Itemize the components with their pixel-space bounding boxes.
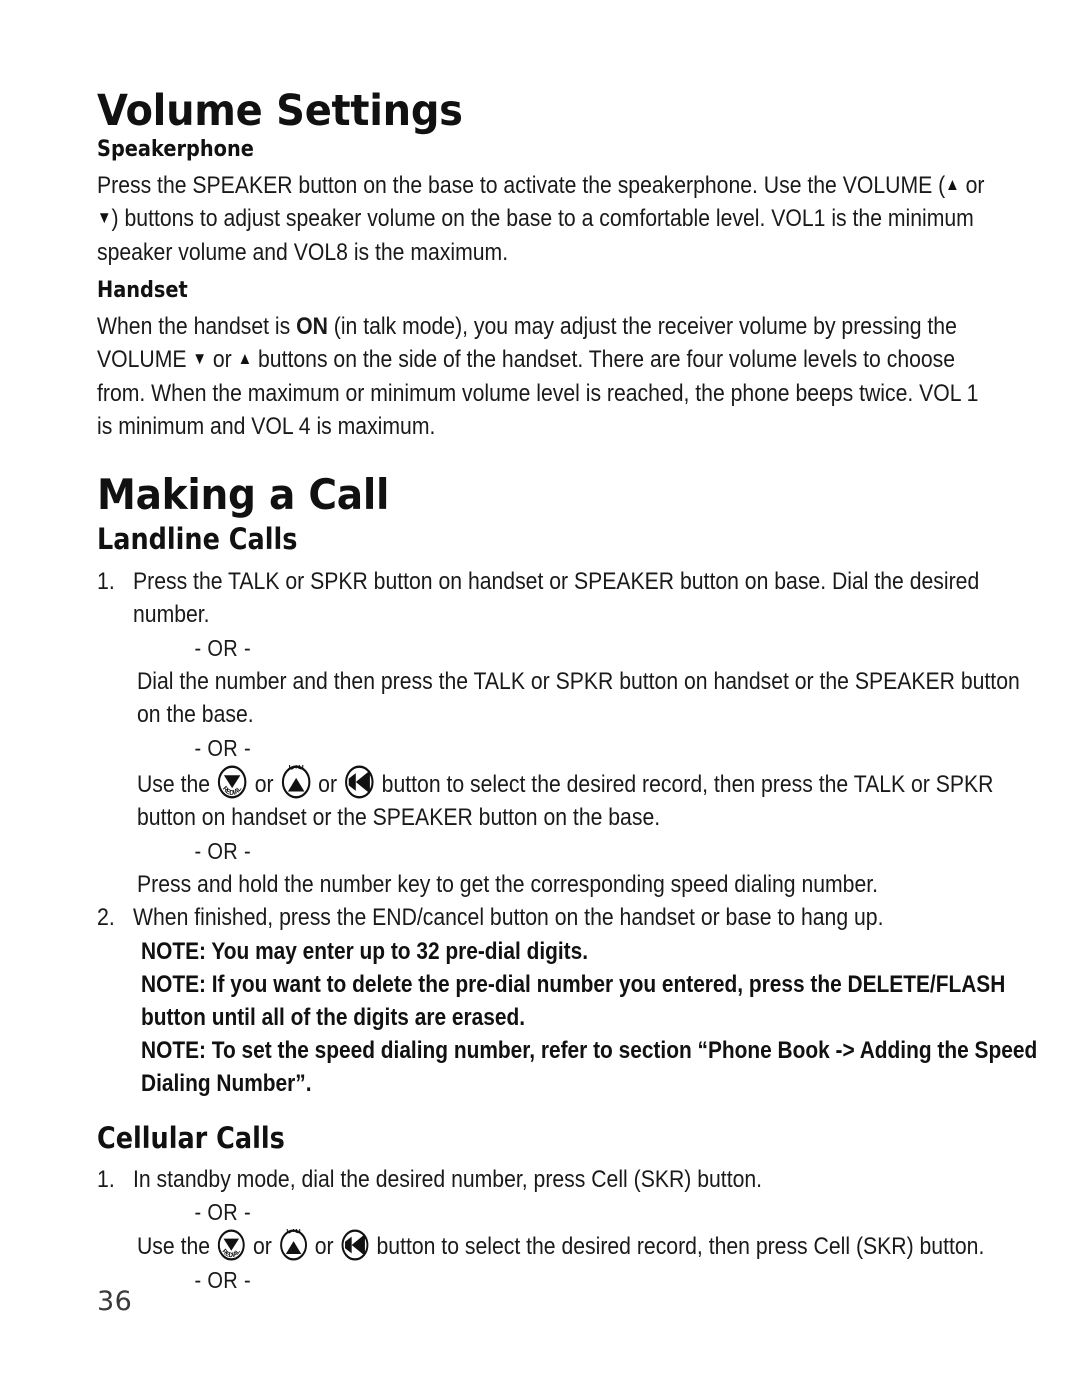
note-speed-dialing: NOTE: To set the speed dialing number, r… [141,1036,1038,1097]
triangle-up-icon: ▲ [237,349,253,369]
paragraph-handset: When the handset is ON (in talk mode), y… [97,310,997,444]
page-content: Volume Settings Speakerphone Press the S… [97,86,1037,1297]
cellular-step-1-text: In standby mode, dial the desired number… [133,1165,763,1193]
landline-alt-2-join-b: or [312,770,343,798]
redial-button-icon[interactable]: REDIAL [218,765,247,799]
or-separator: - OR - [194,634,251,661]
paragraph-speakerphone: Press the SPEAKER button on the base to … [97,169,997,270]
note-pre-dial-digits: NOTE: You may enter up to 32 pre-dial di… [141,937,589,965]
landline-alt-2-join-a: or [248,770,280,798]
triangle-down-icon: ▼ [192,349,207,369]
triangle-up-icon: ▲ [945,174,960,194]
heading-handset: Handset [97,278,188,304]
cellular-alt-1-prefix: Use the [137,1233,216,1261]
heading-cellular-calls: Cellular Calls [97,1120,285,1155]
landline-alt-3-text: Press and hold the number key to get the… [137,870,879,898]
list-item: 1. Press the TALK or SPKR button on hand… [97,565,997,632]
heading-landline-calls: Landline Calls [97,522,298,557]
left-arrow-button-icon[interactable] [341,1229,369,1261]
cid-button-icon[interactable]: CID [279,1229,307,1261]
landline-step-1-text: Press the TALK or SPKR button on handset… [133,567,980,629]
cid-button-icon[interactable]: CID [281,765,311,799]
or-separator: - OR - [194,1199,251,1226]
handset-bold-on: ON [296,312,328,340]
cellular-alt-1-suffix: button to select the desired record, the… [370,1233,985,1261]
list-item-number: 2. [97,904,115,932]
heading-speakerphone: Speakerphone [97,137,254,163]
list-item: 1. In standby mode, dial the desired num… [97,1163,997,1197]
or-separator: - OR - [194,1266,251,1293]
speakerphone-text-mid: or [959,171,985,199]
speakerphone-text-part2: ) buttons to adjust speaker volume on th… [97,205,974,266]
note-delete-pre-dial: NOTE: If you want to delete the pre-dial… [141,970,1006,1031]
cellular-alt-1-text: Use the REDIAL or CID or button to selec… [137,1229,1037,1264]
landline-alt-1-text: Dial the number and then press the TALK … [137,667,1020,729]
landline-step-2-text: When finished, press the END/cancel butt… [133,904,884,932]
left-arrow-button-icon[interactable] [345,765,374,799]
triangle-down-icon: ▼ [97,208,112,228]
handset-text-mid: or [206,346,238,374]
redial-button-icon[interactable]: REDIAL [218,1229,246,1261]
page-title-volume-settings: Volume Settings [97,86,463,136]
cellular-alt-1-join-a: or [247,1233,278,1261]
page-number: 36 [97,1286,133,1317]
cellular-alt-1-join-b: or [308,1233,340,1261]
list-item: 2. When finished, press the END/cancel b… [97,901,997,935]
list-item-number: 1. [97,567,115,595]
cellular-steps-list: 1. In standby mode, dial the desired num… [97,1163,997,1297]
manual-page: Volume Settings Speakerphone Press the S… [0,0,1080,1374]
speakerphone-text-part1: Press the SPEAKER button on the base to … [97,171,946,199]
landline-alt-2-prefix: Use the [137,770,216,798]
page-title-making-a-call: Making a Call [97,469,390,519]
or-separator: - OR - [194,734,251,761]
landline-steps-list: 1. Press the TALK or SPKR button on hand… [97,565,1037,1100]
landline-alt-2-text: Use the REDIAL or CID or button to selec… [137,765,1037,835]
list-item-number: 1. [97,1165,115,1193]
handset-text-part1: When the handset is [97,312,297,340]
or-separator: - OR - [194,837,251,864]
